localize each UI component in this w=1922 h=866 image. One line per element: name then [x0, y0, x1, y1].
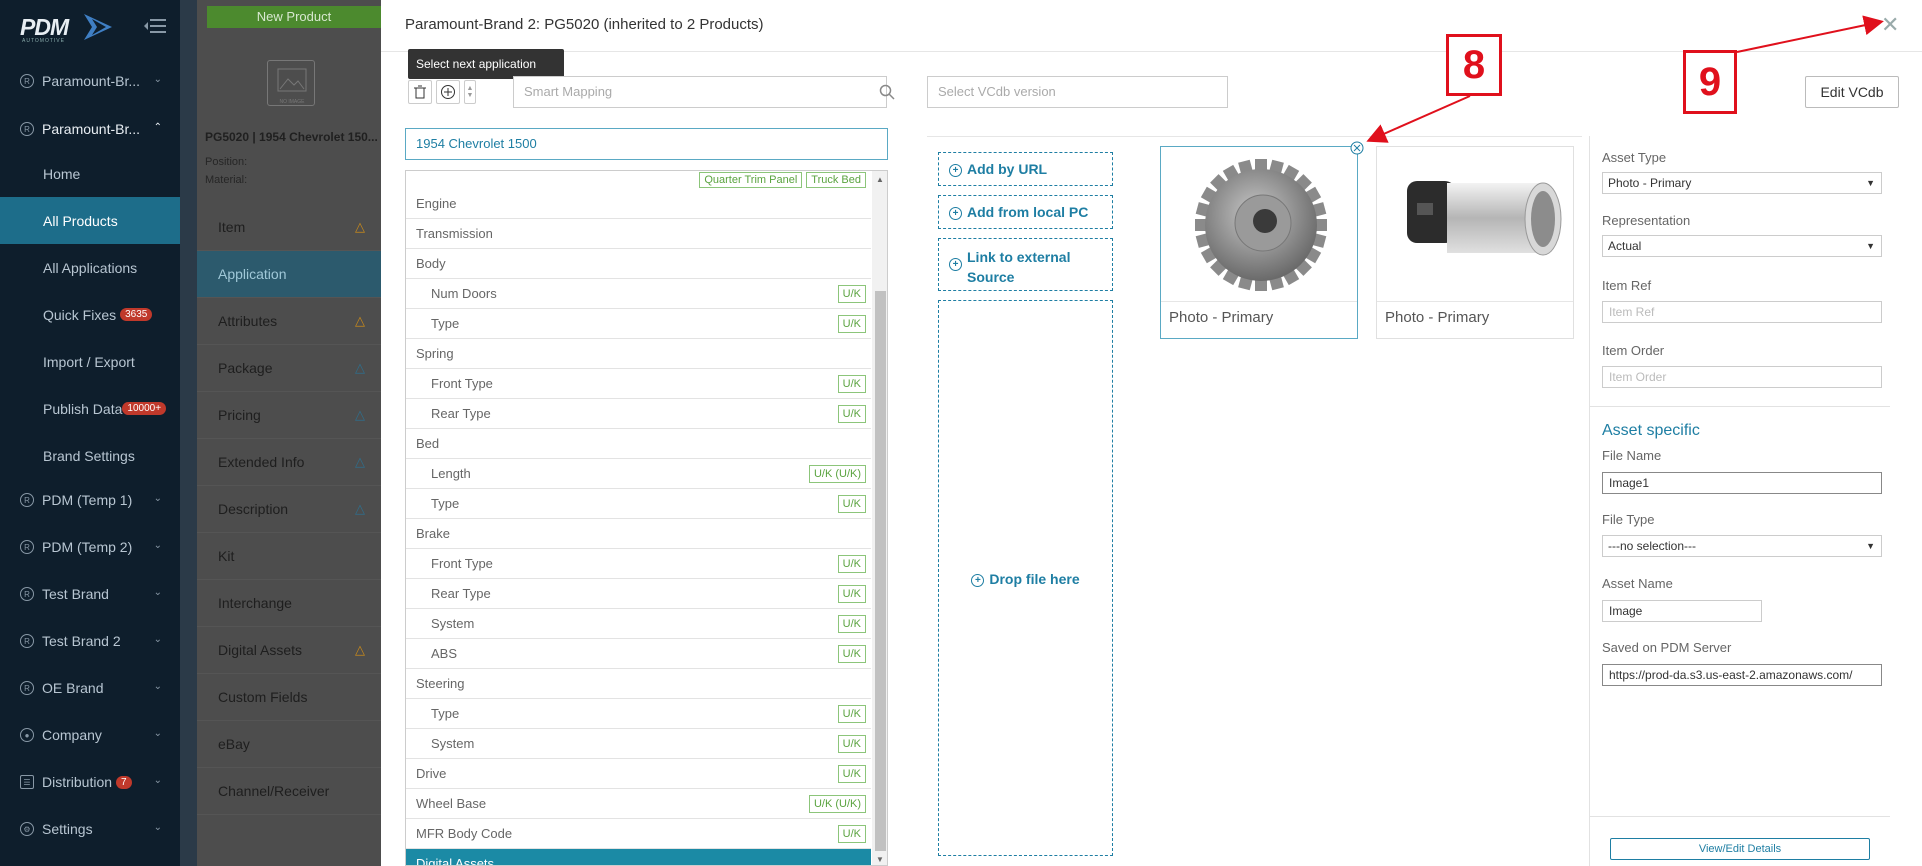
arrow-8 [1366, 95, 1471, 143]
annotation-arrows [1366, 15, 1884, 143]
arrow-9 [1736, 15, 1884, 53]
